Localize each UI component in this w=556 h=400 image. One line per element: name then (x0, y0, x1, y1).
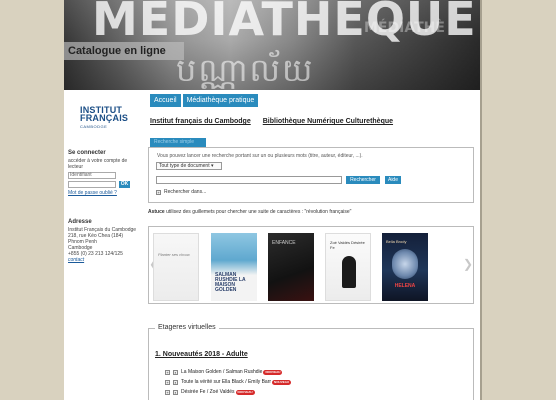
shelves-legend: Etageres virtuelles (155, 324, 219, 331)
logo-line-2: FRANÇAIS (80, 113, 129, 123)
new-badge: NOUVEAU (263, 369, 283, 375)
help-button[interactable]: Aide (385, 176, 401, 184)
login-ok-button[interactable]: OK (119, 181, 130, 188)
link-institut-francais[interactable]: Institut français du Cambodge (150, 118, 251, 125)
login-title: Se connecter (68, 150, 106, 156)
document-type-value: Tout type de document (159, 163, 210, 169)
login-description: accéder à votre compte de lecteur (68, 158, 128, 170)
banner-word-small: MÉDIATHÈ (364, 20, 445, 36)
username-input[interactable]: Identifiant (68, 172, 116, 179)
contact-link[interactable]: contact (68, 257, 148, 263)
partner-links: Institut français du Cambodge Bibliothèq… (150, 118, 405, 125)
address-panel: Adresse Institut Français du Cambodge 21… (68, 219, 148, 263)
new-badge: NOUVEAU (235, 389, 255, 395)
expand-icon[interactable]: + (165, 369, 170, 375)
book-title: ENFANCE (272, 240, 296, 246)
tab-mediatheque-pratique[interactable]: Médiathèque pratique (182, 94, 259, 107)
book-cover[interactable]: Bella Brody HELENA (382, 233, 428, 301)
shelf-item-text: Toute la vérité sur Ella Black / Emily B… (181, 379, 272, 385)
page-edge (480, 0, 482, 400)
book-cover[interactable]: ENFANCE (268, 233, 314, 301)
search-hint: Vous pouvez lancer une recherche portant… (157, 153, 363, 159)
book-title: Planter ses choux (158, 252, 190, 257)
cover-figure (342, 256, 356, 288)
password-row: OK (68, 181, 138, 188)
address-title: Adresse (68, 219, 92, 225)
search-in-toggle[interactable]: + Rechercher dans... (156, 189, 206, 195)
tab-simple-search[interactable]: Recherche simple (150, 138, 206, 147)
banner-khmer-text: បណ្ណាល័យ (176, 51, 315, 89)
book-title: HELENA (394, 283, 416, 289)
shelf-list-item[interactable]: + ▪ Toute la vérité sur Ella Black / Emi… (165, 379, 292, 385)
book-icon: ▪ (173, 389, 178, 395)
carousel-next-icon[interactable]: ❯ (463, 257, 473, 271)
cover-portrait (392, 249, 418, 279)
shelf-title-link[interactable]: 1. Nouveautés 2018 - Adulte (155, 351, 248, 358)
book-title: Zoé Valdés Désirée Fe (330, 240, 365, 250)
password-input[interactable] (68, 181, 116, 188)
page: MÉDIATHÈQUE MÉDIATHÈ បណ្ណាល័យ Catalogue … (64, 0, 480, 400)
shelf-list-item[interactable]: + ▪ Désirée Fe / Zoé Valdés NOUVEAU (165, 389, 255, 395)
book-cover[interactable]: Zoé Valdés Désirée Fe (325, 233, 371, 301)
search-button[interactable]: Rechercher (346, 176, 380, 184)
catalogue-title[interactable]: Catalogue en ligne (64, 42, 184, 60)
chevron-down-icon: ▾ (210, 163, 214, 169)
tip-label: Astuce (148, 209, 165, 215)
plus-icon: + (156, 189, 161, 195)
expand-icon[interactable]: + (165, 379, 170, 385)
shelf-item-text: Désirée Fe / Zoé Valdés (181, 389, 235, 395)
search-in-label: Rechercher dans... (164, 189, 207, 195)
shelf-list-item[interactable]: + ▪ La Maison Golden / Salman Rushdie NO… (165, 369, 283, 375)
institut-francais-logo[interactable]: INSTITUT FRANÇAIS CAMBODGE (80, 106, 129, 130)
search-box: Vous pouvez lancer une recherche portant… (148, 147, 474, 203)
search-input[interactable] (156, 176, 342, 184)
header-banner: MÉDIATHÈQUE MÉDIATHÈ បណ្ណាល័យ Catalogue … (64, 0, 480, 90)
login-panel: Se connecter accéder à votre compte de l… (68, 150, 138, 196)
book-title: SALMAN RUSHDIE LA MAISON GOLDEN (215, 272, 246, 293)
book-author: Bella Brody (386, 239, 407, 244)
book-icon: ▪ (173, 369, 178, 375)
new-books-carousel: ❮ Planter ses choux SALMAN RUSHDIE LA MA… (148, 226, 474, 304)
link-culturetheque[interactable]: Bibliothèque Numérique Culturethèque (263, 118, 393, 125)
forgot-password-link[interactable]: Mot de passe oublié ? (68, 190, 138, 196)
shelf-item-text: La Maison Golden / Salman Rushdie (181, 369, 263, 375)
main-nav: Accueil Médiathèque pratique (150, 94, 260, 107)
document-type-select[interactable]: Tout type de document ▾ (156, 162, 222, 170)
new-badge: NOUVEAU (272, 379, 292, 385)
search-tip: Astuce utilisez des guillemets pour cher… (148, 209, 351, 215)
virtual-shelves: Etageres virtuelles 1. Nouveautés 2018 -… (148, 324, 474, 400)
tip-text: utilisez des guillemets pour chercher un… (164, 209, 352, 215)
logo-line-3: CAMBODGE (80, 124, 108, 129)
expand-icon[interactable]: + (165, 389, 170, 395)
book-icon: ▪ (173, 379, 178, 385)
book-cover[interactable]: Planter ses choux (153, 233, 199, 301)
book-cover[interactable]: SALMAN RUSHDIE LA MAISON GOLDEN (211, 233, 257, 301)
tab-accueil[interactable]: Accueil (150, 94, 181, 107)
